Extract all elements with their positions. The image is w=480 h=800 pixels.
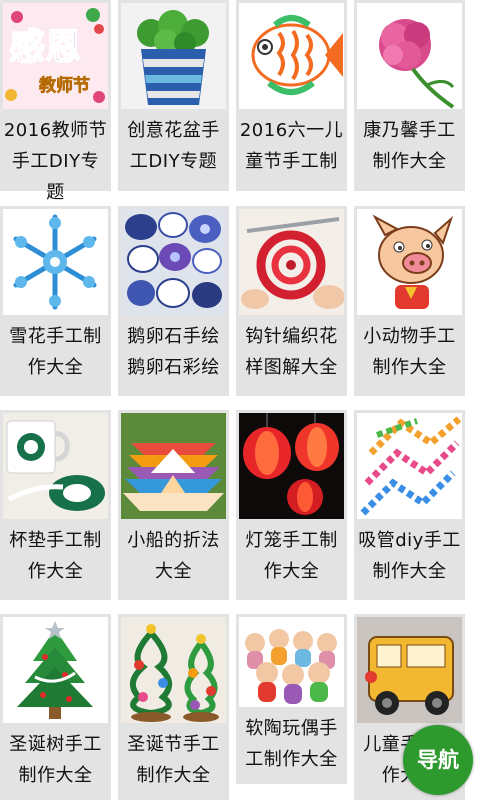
coffee-cup-coaster-image: [3, 413, 108, 519]
flower-pot-image: [121, 3, 226, 109]
craft-card[interactable]: 小动物手工制作大全: [354, 206, 465, 396]
paper-snowflake-image: [3, 209, 108, 315]
craft-card[interactable]: 吸管diy手工制作大全: [354, 410, 465, 600]
card-title: 创意花盆手工DIY专题: [127, 120, 220, 172]
paper-fish-image: [239, 3, 344, 109]
card-title: 钩针编织花样图解大全: [245, 326, 338, 378]
painted-pebbles-image: [121, 209, 226, 315]
teachers-day-card-image: 感恩 教师节: [3, 3, 108, 109]
origami-boats-image: [121, 413, 226, 519]
craft-card[interactable]: 康乃馨手工制作大全: [354, 0, 465, 191]
craft-card[interactable]: 杯垫手工制作大全: [0, 410, 111, 600]
straw-craft-image: [357, 413, 462, 519]
teachers-day-main-text: 感恩: [9, 27, 81, 68]
craft-card[interactable]: 鹅卵石手绘鹅卵石彩绘: [118, 206, 229, 396]
card-title: 康乃馨手工制作大全: [363, 120, 456, 172]
card-title: 小动物手工制作大全: [363, 326, 456, 378]
card-title: 杯垫手工制作大全: [9, 530, 102, 582]
carnation-flower-image: [357, 3, 462, 109]
card-title: 灯笼手工制作大全: [245, 530, 338, 582]
craft-card[interactable]: 感恩 教师节 2016教师节手工DIY专题: [0, 0, 111, 203]
card-title: 小船的折法大全: [127, 530, 220, 582]
navigation-button[interactable]: 导航: [403, 725, 473, 795]
craft-card[interactable]: 软陶玩偶手工制作大全: [236, 614, 347, 784]
pipe-cleaner-trees-image: [121, 617, 226, 723]
craft-card[interactable]: 2016六一儿童节手工制: [236, 0, 347, 191]
craft-card[interactable]: 创意花盆手工DIY专题: [118, 0, 229, 191]
card-title: 软陶玩偶手工制作大全: [245, 718, 338, 770]
craft-card[interactable]: 圣诞节手工制作大全: [118, 614, 229, 800]
craft-card[interactable]: 小船的折法大全: [118, 410, 229, 600]
craft-card[interactable]: 灯笼手工制作大全: [236, 410, 347, 600]
craft-card[interactable]: 雪花手工制作大全: [0, 206, 111, 396]
toy-bus-image: [357, 617, 462, 723]
cartoon-pig-image: [357, 209, 462, 315]
card-title: 2016六一儿童节手工制: [239, 120, 344, 172]
card-title: 雪花手工制作大全: [9, 326, 102, 378]
card-title: 2016教师节手工DIY专题: [3, 120, 108, 203]
craft-card[interactable]: 圣诞树手工制作大全: [0, 614, 111, 800]
craft-card[interactable]: 钩针编织花样图解大全: [236, 206, 347, 396]
card-title: 圣诞树手工制作大全: [9, 734, 102, 786]
crochet-hook-image: [239, 209, 344, 315]
christmas-tree-image: [3, 617, 108, 723]
teachers-day-sub-text: 教师节: [38, 75, 90, 96]
card-title: 吸管diy手工制作大全: [358, 530, 461, 582]
clay-dolls-image: [239, 617, 344, 707]
card-title: 圣诞节手工制作大全: [127, 734, 220, 786]
card-title: 鹅卵石手绘鹅卵石彩绘: [127, 326, 220, 378]
red-lanterns-image: [239, 413, 344, 519]
